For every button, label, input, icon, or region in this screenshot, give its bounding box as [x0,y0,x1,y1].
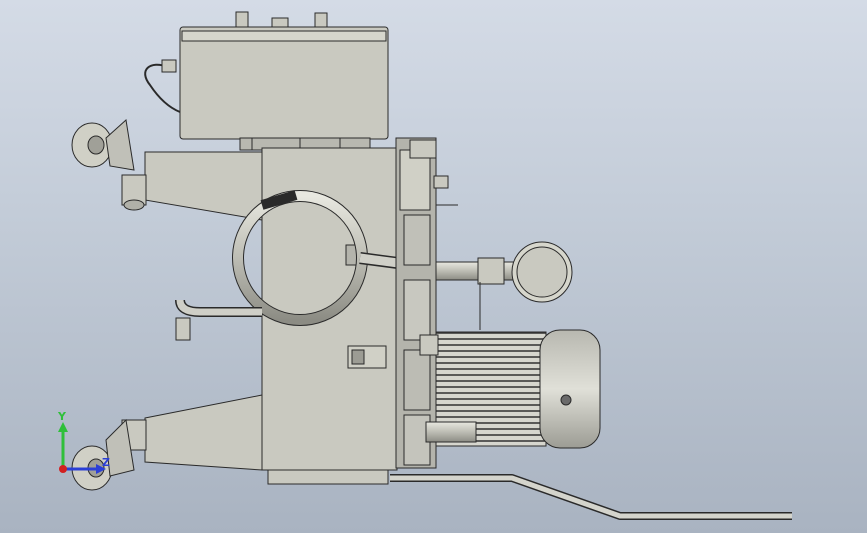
pressure-gauge [435,241,573,330]
caster-top [71,119,135,171]
hydraulic-unit-model [58,11,792,520]
upper-arm [121,151,263,221]
cad-viewport[interactable]: Y Z [0,0,867,533]
caster-bottom [71,418,135,491]
triad-y-label: Y [58,410,66,423]
control-box [179,11,389,151]
lower-arm [121,394,263,471]
tow-handle [390,474,792,520]
triad-z-label: Z [102,456,110,469]
electric-motor [419,329,601,449]
